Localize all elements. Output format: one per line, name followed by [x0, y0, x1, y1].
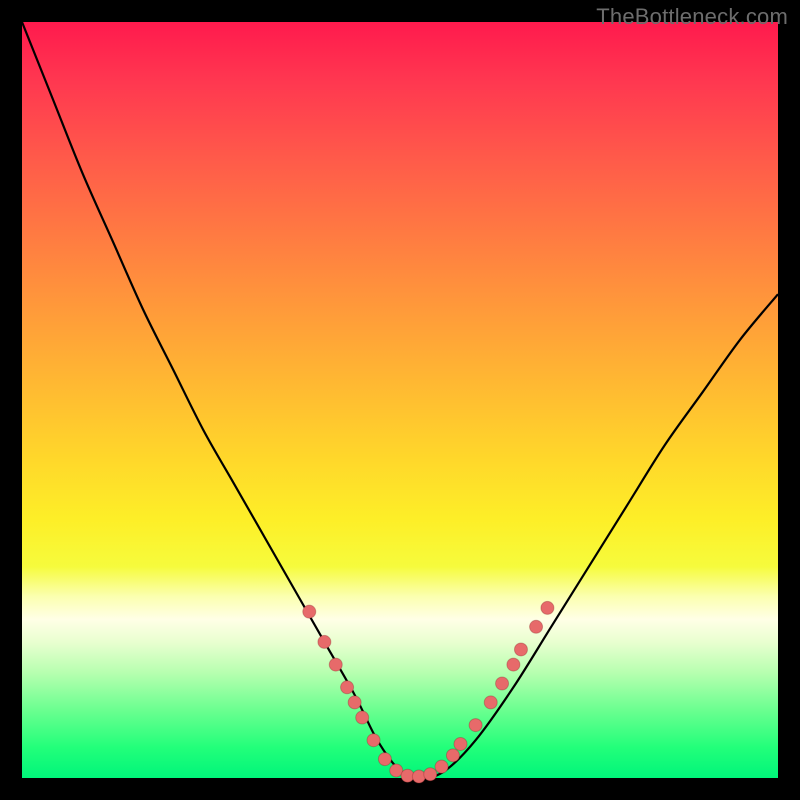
highlighted-point — [484, 696, 497, 709]
highlighted-points-group — [303, 601, 554, 783]
highlighted-point — [435, 760, 448, 773]
highlighted-point — [356, 711, 369, 724]
highlighted-point — [469, 719, 482, 732]
highlighted-point — [303, 605, 316, 618]
highlighted-point — [378, 753, 391, 766]
bottleneck-curve — [22, 22, 778, 778]
highlighted-point — [318, 635, 331, 648]
highlighted-point — [412, 770, 425, 783]
bottleneck-curve-svg — [22, 22, 778, 778]
highlighted-point — [329, 658, 342, 671]
highlighted-point — [446, 749, 459, 762]
highlighted-point — [541, 601, 554, 614]
highlighted-point — [507, 658, 520, 671]
highlighted-point — [454, 737, 467, 750]
highlighted-point — [530, 620, 543, 633]
highlighted-point — [496, 677, 509, 690]
highlighted-point — [424, 768, 437, 781]
watermark-text: TheBottleneck.com — [596, 4, 788, 30]
highlighted-point — [367, 734, 380, 747]
highlighted-point — [341, 681, 354, 694]
highlighted-point — [514, 643, 527, 656]
highlighted-point — [348, 696, 361, 709]
